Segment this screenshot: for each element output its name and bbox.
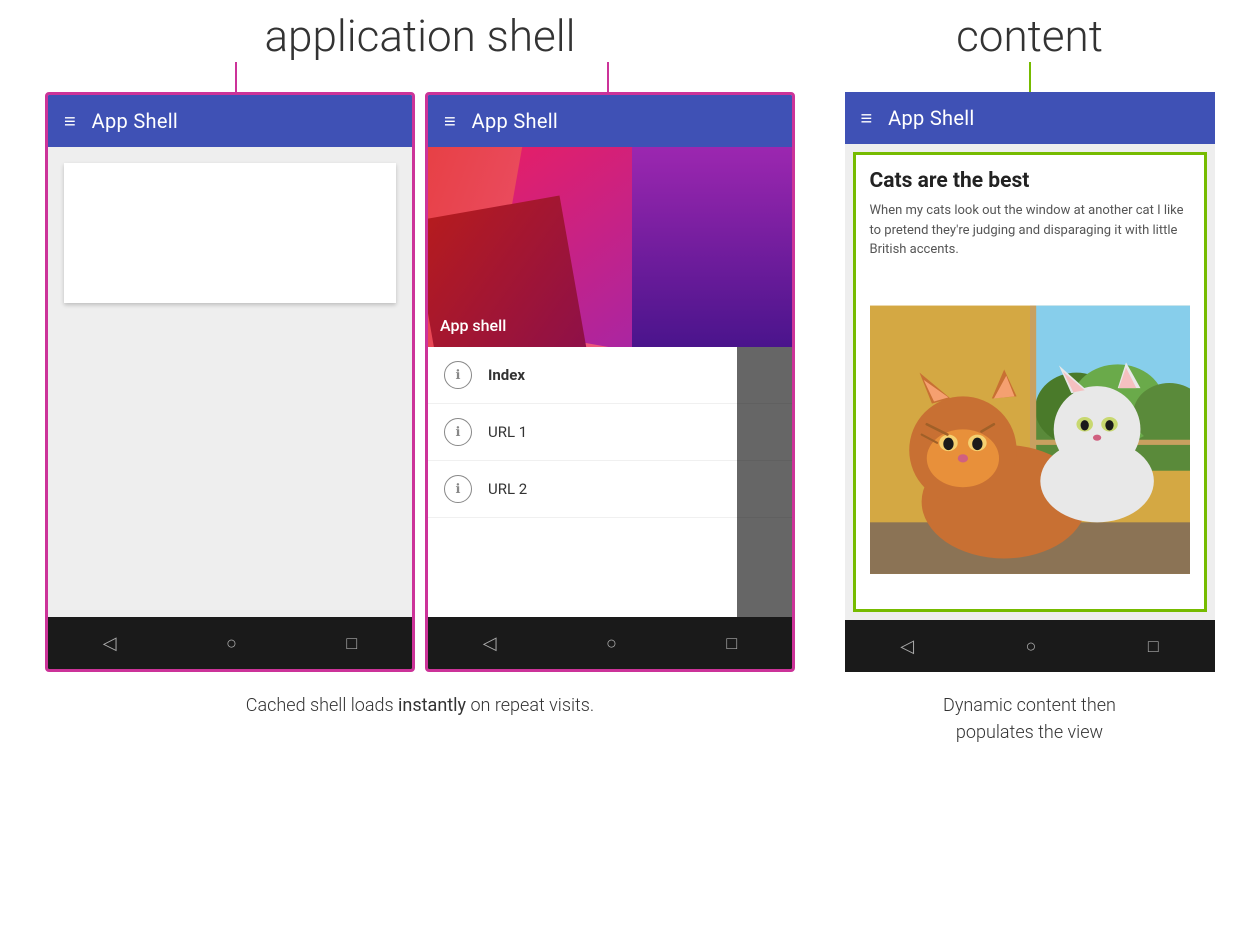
left-app-bar: ≡ App Shell [48, 95, 412, 147]
left-phone: ≡ App Shell ◁ ○ □ [45, 92, 415, 672]
left-connector-line [235, 62, 237, 92]
double-connector [50, 62, 790, 92]
left-nav-bar: ◁ ○ □ [48, 617, 412, 669]
application-shell-section: application shell ≡ App Shell [30, 10, 810, 746]
url1-icon: ℹ [444, 418, 472, 446]
middle-nav-bar: ◁ ○ □ [428, 617, 792, 669]
cat-image [870, 284, 1190, 596]
middle-app-bar-title: App Shell [472, 109, 558, 133]
right-hamburger-icon: ≡ [861, 106, 873, 131]
middle-home-icon: ○ [606, 633, 617, 654]
right-phone: ≡ App Shell Cats are the best When my ca… [845, 92, 1215, 672]
right-connector-line [607, 62, 609, 92]
cat-image-svg [870, 284, 1190, 596]
content-section: content ≡ App Shell Cats are the best Wh… [840, 10, 1219, 746]
middle-back-icon: ◁ [483, 633, 497, 654]
right-home-icon: ○ [1026, 636, 1037, 657]
middle-hamburger-icon: ≡ [444, 109, 456, 134]
content-placeholder [64, 163, 396, 303]
home-icon: ○ [226, 633, 237, 654]
article-body: When my cats look out the window at anot… [870, 201, 1190, 260]
color-shape-3 [632, 147, 792, 347]
content-box: Cats are the best When my cats look out … [853, 152, 1207, 612]
app-shell-drawer-label: App shell [440, 316, 506, 335]
right-nav-bar: ◁ ○ □ [845, 620, 1215, 672]
caption-right-line2: populates the view [956, 722, 1103, 743]
right-phone-content-area: Cats are the best When my cats look out … [845, 144, 1215, 620]
article-title: Cats are the best [870, 169, 1190, 193]
drawer-item-url2-label: URL 2 [488, 480, 527, 498]
middle-recent-icon: □ [726, 633, 737, 654]
caption-right: Dynamic content then populates the view [943, 692, 1116, 746]
drawer-item-index-label: Index [488, 366, 525, 384]
right-back-icon: ◁ [900, 636, 914, 657]
recent-icon: □ [346, 633, 357, 654]
caption-right-line1: Dynamic content then [943, 695, 1116, 716]
back-icon: ◁ [103, 633, 117, 654]
colorful-header: App shell [428, 147, 792, 347]
right-app-bar: ≡ App Shell [845, 92, 1215, 144]
application-shell-label: application shell [264, 10, 575, 62]
right-app-bar-title: App Shell [888, 106, 974, 130]
url2-icon: ℹ [444, 475, 472, 503]
caption-bold: instantly [398, 695, 466, 716]
hamburger-icon: ≡ [64, 109, 76, 134]
caption-left: Cached shell loads instantly on repeat v… [246, 692, 594, 719]
right-recent-icon: □ [1148, 636, 1159, 657]
content-connector-line [1029, 62, 1031, 92]
middle-phone-body: App shell ℹ Index ℹ URL 1 ℹ [428, 147, 792, 617]
drawer-item-url1-label: URL 1 [488, 423, 527, 441]
left-phone-content [48, 147, 412, 617]
article-area: Cats are the best When my cats look out … [856, 155, 1204, 284]
left-middle-phones: ≡ App Shell ◁ ○ □ ≡ App Sh [45, 92, 795, 672]
left-app-bar-title: App Shell [92, 109, 178, 133]
middle-phone: ≡ App Shell App shell [425, 92, 795, 672]
middle-app-bar: ≡ App Shell [428, 95, 792, 147]
content-label: content [956, 10, 1103, 62]
index-icon: ℹ [444, 361, 472, 389]
